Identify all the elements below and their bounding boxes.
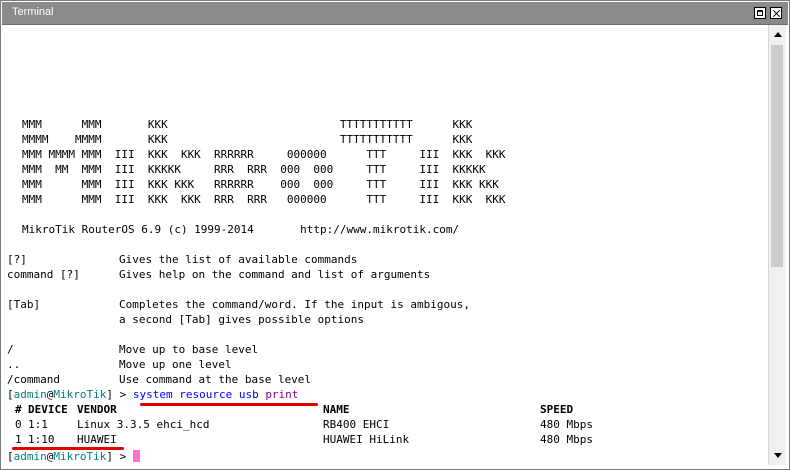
maximize-icon[interactable] — [754, 7, 766, 19]
help-desc: Move up one level — [119, 358, 232, 371]
banner-line: MMM MM MMM III KKKKK RRR RRR 000 000 TTT… — [22, 163, 486, 176]
header-num: # — [15, 403, 22, 416]
help-desc: Gives help on the command and list of ar… — [119, 268, 431, 281]
banner-line: MMM MMM KKK TTTTTTTTTTT KKK — [22, 118, 473, 131]
row-num: 1 — [15, 433, 22, 446]
command-keyword: print — [265, 388, 299, 401]
scroll-up-icon[interactable] — [769, 27, 786, 43]
help-desc: Use command at the base level — [119, 373, 312, 386]
prompt-arrow: > — [112, 388, 133, 401]
command-line: [admin@MikroTik] > system resource usb p… — [7, 387, 298, 402]
header-device: DEVICE — [28, 403, 68, 416]
scrollbar-thumb[interactable] — [771, 45, 783, 267]
command-text: system resource usb — [132, 388, 266, 401]
prompt-arrow: > — [112, 450, 133, 463]
row-name: HUAWEI HiLink — [323, 433, 410, 446]
prompt-line[interactable]: [admin@MikroTik] > — [7, 449, 140, 464]
prompt-host: MikroTik — [53, 388, 107, 401]
vertical-scrollbar[interactable] — [768, 25, 786, 465]
version-line: MikroTik RouterOS 6.9 (c) 1999-2014 http… — [22, 223, 460, 236]
command-annotation-underline — [140, 403, 318, 406]
prompt-host: MikroTik — [53, 450, 107, 463]
prompt-bracket: ] — [106, 450, 113, 463]
prompt-user: admin — [13, 450, 47, 463]
row-device: 1:1 — [28, 418, 48, 431]
banner-line: MMM MMM III KKK KKK RRRRRR 000 000 TTT I… — [22, 178, 499, 191]
row-name: RB400 EHCI — [323, 418, 390, 431]
prompt-user: admin — [13, 388, 47, 401]
help-desc: a second [Tab] gives possible options — [119, 313, 365, 326]
prompt-bracket: ] — [106, 388, 113, 401]
row-vendor: HUAWEI — [77, 433, 117, 446]
row-speed: 480 Mbps — [540, 433, 593, 446]
help-key: .. — [7, 358, 21, 371]
row-num: 0 — [15, 418, 22, 431]
terminal-window: Terminal MMM MMM KKK TTTTTTTTTTT KKK MMM… — [0, 0, 790, 470]
header-vendor: VENDOR — [77, 403, 117, 416]
banner-line: MMM MMM III KKK KKK RRR RRR 000000 TTT I… — [22, 193, 506, 206]
row-vendor: Linux 3.3.5 ehci_hcd — [77, 418, 210, 431]
scroll-down-icon[interactable] — [769, 447, 786, 463]
help-desc: Gives the list of available commands — [119, 253, 358, 266]
header-speed: SPEED — [540, 403, 574, 416]
help-key: [?] — [7, 253, 27, 266]
window-title: Terminal — [12, 6, 54, 18]
help-key: command [?] — [7, 268, 80, 281]
prompt-bracket: [ — [7, 388, 14, 401]
help-key: [Tab] — [7, 298, 41, 311]
terminal-output[interactable]: MMM MMM KKK TTTTTTTTTTT KKK MMMM MMMM KK… — [7, 25, 767, 465]
text-cursor — [132, 450, 140, 462]
title-bar[interactable]: Terminal — [2, 2, 788, 25]
help-key: /command — [7, 373, 60, 386]
header-name: NAME — [323, 403, 350, 416]
row-device: 1:10 — [28, 433, 55, 446]
banner-line: MMMM MMMM KKK TTTTTTTTTTT KKK — [22, 133, 473, 146]
row-speed: 480 Mbps — [540, 418, 593, 431]
help-desc: Completes the command/word. If the input… — [119, 298, 470, 311]
prompt-bracket: [ — [7, 450, 14, 463]
close-icon[interactable] — [770, 7, 782, 19]
help-key: / — [7, 343, 14, 356]
banner-line: MMM MMMM MMM III KKK KKK RRRRRR 000000 T… — [22, 148, 506, 161]
help-desc: Move up to base level — [119, 343, 259, 356]
